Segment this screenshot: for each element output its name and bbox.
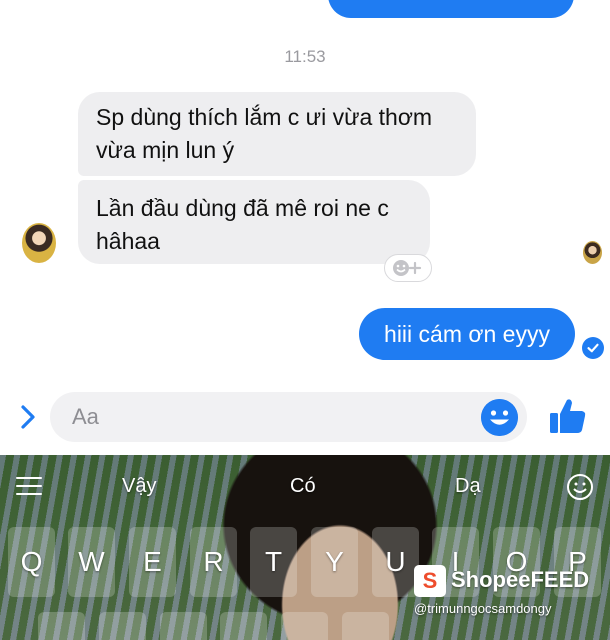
shopee-logo: S [414, 565, 446, 597]
key-row2[interactable] [220, 612, 267, 640]
watermark-brand: ShopeeFEED [451, 567, 590, 592]
smiley-icon[interactable] [481, 399, 518, 436]
seen-status [582, 337, 604, 359]
thumbs-up-icon[interactable] [548, 396, 588, 436]
outgoing-bubble-partial[interactable] [328, 0, 574, 18]
incoming-message-1[interactable]: Sp dùng thích lắm c ưi vừa thơm vừa mịn … [78, 92, 476, 176]
incoming-message-2[interactable]: Lần đầu dùng đã mê roi ne c hâhaa [78, 180, 430, 264]
key-q[interactable]: Q [8, 527, 55, 597]
key-w[interactable]: W [68, 527, 115, 597]
message-input[interactable] [50, 392, 527, 442]
check-circle-icon [587, 343, 599, 353]
message-timestamp: 11:53 [284, 47, 326, 66]
watermark-handle: @trimunngocsamdongy [414, 601, 552, 616]
chevron-right-icon[interactable] [16, 402, 40, 432]
key-row2[interactable] [38, 612, 85, 640]
chat-thread: 11:53 Sp dùng thích lắm c ưi vừa thơm vừ… [0, 0, 610, 455]
key-r[interactable]: R [190, 527, 237, 597]
key-e[interactable]: E [129, 527, 176, 597]
add-reaction-icon [393, 260, 422, 276]
suggestion-1[interactable]: Vậy [122, 475, 156, 498]
key-y[interactable]: Y [311, 527, 358, 597]
key-row2[interactable] [99, 612, 146, 640]
seen-avatar [583, 241, 602, 264]
menu-icon[interactable] [16, 477, 42, 497]
key-row2[interactable] [160, 612, 207, 640]
key-row2[interactable] [342, 612, 389, 640]
key-t[interactable]: T [250, 527, 297, 597]
contact-avatar[interactable] [22, 223, 56, 263]
keyboard: Vậy Có Dạ Q W E R T Y U I O P S ShopeeFE… [0, 455, 610, 640]
add-reaction-button[interactable] [384, 254, 432, 282]
key-u[interactable]: U [372, 527, 419, 597]
outgoing-message-1[interactable]: hiii cám ơn eyyy [359, 308, 575, 360]
suggestion-3[interactable]: Dạ [455, 475, 481, 498]
key-row2[interactable] [281, 612, 328, 640]
emoji-icon[interactable] [566, 473, 594, 501]
suggestion-2[interactable]: Có [290, 475, 316, 498]
